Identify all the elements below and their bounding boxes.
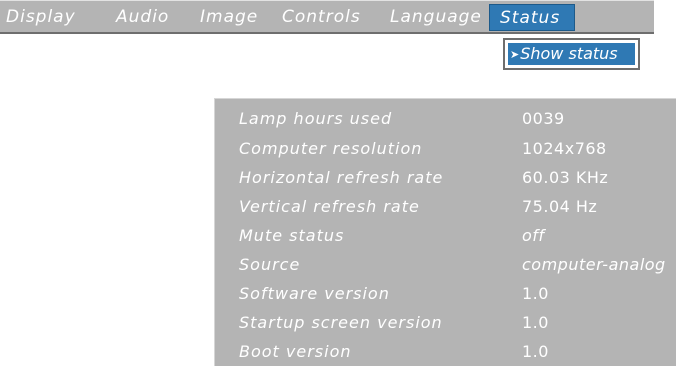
- status-value: 1.0: [522, 342, 549, 361]
- status-row-startup-screen-version: Startup screen version 1.0: [215, 309, 676, 337]
- show-status-menu-item[interactable]: ➤Show status: [508, 43, 635, 65]
- status-submenu: ➤Show status: [503, 38, 640, 70]
- show-status-label: Show status: [520, 44, 618, 63]
- menu-audio[interactable]: Audio: [116, 4, 169, 31]
- status-row-computer-resolution: Computer resolution 1024x768: [215, 135, 676, 163]
- status-row-boot-version: Boot version 1.0: [215, 338, 676, 366]
- status-label: Lamp hours used: [239, 109, 393, 128]
- status-value: 1.0: [522, 313, 549, 332]
- status-value: 60.03 KHz: [522, 168, 609, 187]
- status-label: Horizontal refresh rate: [239, 168, 444, 187]
- status-row-horizontal-refresh: Horizontal refresh rate 60.03 KHz: [215, 164, 676, 192]
- status-value: off: [522, 226, 545, 245]
- menu-bar: Display Audio Image Controls Language St…: [0, 0, 654, 34]
- status-label: Startup screen version: [239, 313, 443, 332]
- status-panel: Lamp hours used 0039 Computer resolution…: [214, 98, 676, 366]
- status-value: 0039: [522, 109, 565, 128]
- status-row-vertical-refresh: Vertical refresh rate 75.04 Hz: [215, 193, 676, 221]
- status-label: Boot version: [239, 342, 352, 361]
- menu-image[interactable]: Image: [200, 4, 258, 31]
- arrow-right-icon: ➤: [510, 48, 520, 61]
- menu-display[interactable]: Display: [6, 4, 76, 31]
- status-row-mute-status: Mute status off: [215, 222, 676, 250]
- status-row-software-version: Software version 1.0: [215, 280, 676, 308]
- menu-controls[interactable]: Controls: [282, 4, 361, 31]
- status-value: 75.04 Hz: [522, 197, 598, 216]
- status-label: Mute status: [239, 226, 345, 245]
- status-value: computer-analog: [522, 255, 666, 274]
- status-label: Vertical refresh rate: [239, 197, 420, 216]
- status-row-source: Source computer-analog: [215, 251, 676, 279]
- status-value: 1024x768: [522, 139, 607, 158]
- status-label: Source: [239, 255, 301, 274]
- status-label: Software version: [239, 284, 390, 303]
- menu-status[interactable]: Status: [489, 4, 575, 31]
- status-value: 1.0: [522, 284, 549, 303]
- menu-language[interactable]: Language: [390, 4, 482, 31]
- status-row-lamp-hours: Lamp hours used 0039: [215, 105, 676, 133]
- status-label: Computer resolution: [239, 139, 423, 158]
